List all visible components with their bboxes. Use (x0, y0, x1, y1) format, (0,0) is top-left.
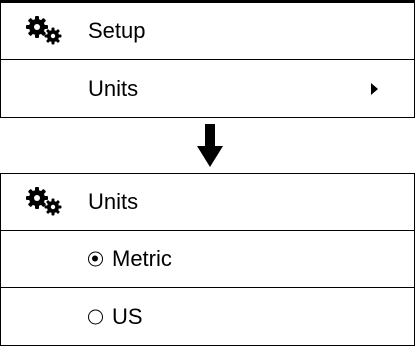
units-title: Units (88, 189, 139, 214)
gears-icon (26, 187, 62, 216)
menu-item-units-label: Units (88, 75, 139, 101)
option-us-label: US (112, 303, 143, 329)
setup-menu: Setup Units (0, 0, 415, 118)
gears-icon (26, 16, 62, 45)
radio-us[interactable] (88, 309, 103, 324)
units-menu: Units Metric US (0, 173, 415, 346)
units-header: Units (1, 174, 414, 231)
setup-title: Setup (88, 18, 146, 43)
radio-metric[interactable] (88, 251, 103, 267)
chevron-right-icon (371, 82, 378, 95)
menu-item-units[interactable]: Units (1, 60, 414, 117)
option-us[interactable]: US (1, 288, 414, 345)
arrow-down-icon (197, 124, 223, 167)
option-metric[interactable]: Metric (1, 231, 414, 288)
setup-header: Setup (1, 3, 414, 60)
option-metric-label: Metric (112, 246, 172, 271)
